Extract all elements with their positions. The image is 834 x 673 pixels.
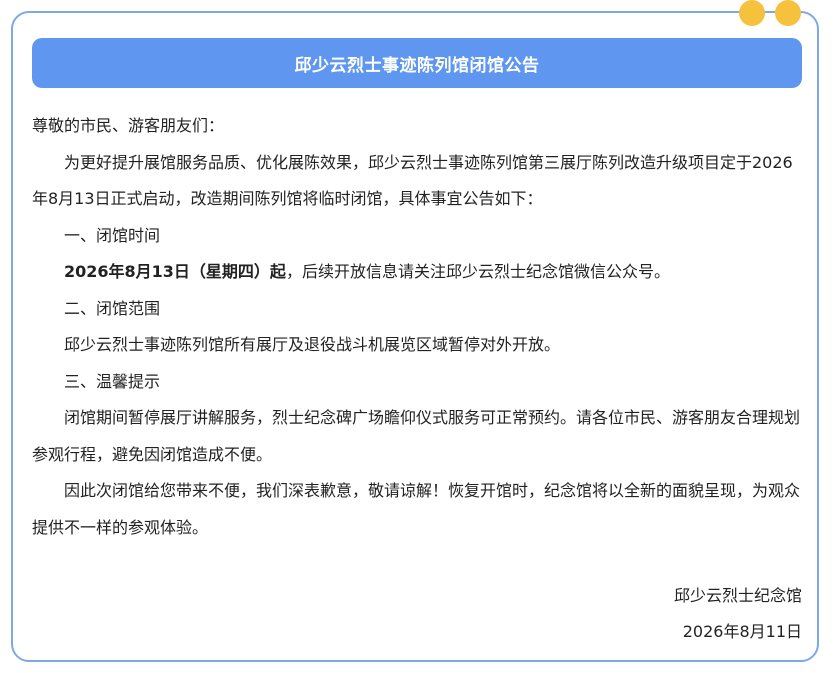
- signature-organization: 邱少云烈士纪念馆: [673, 586, 802, 605]
- signature-block: 邱少云烈士纪念馆 2026年8月11日: [674, 578, 802, 650]
- decorative-dot: [775, 0, 801, 26]
- section1-rest-text: ，后续开放信息请关注邱少云烈士纪念馆微信公众号。: [285, 262, 670, 281]
- signature-date: 2026年8月11日: [682, 622, 802, 641]
- section3-heading: 三、温馨提示: [64, 371, 161, 391]
- notice-body: 尊敬的市民、游客朋友们： 为更好提升展馆服务品质、优化展陈效果，邱少云烈士事迹陈…: [32, 108, 804, 546]
- section3-body: 闭馆期间暂停展厅讲解服务，烈士纪念碑广场瞻仰仪式服务可正常预约。请各位市民、游客…: [32, 408, 801, 464]
- section2-heading: 二、闭馆范围: [64, 298, 161, 318]
- closing-date-text: 2026年8月13日（星期四）起: [64, 262, 286, 281]
- section1-body: 2026年8月13日（星期四）起，后续开放信息请关注邱少云烈士纪念馆微信公众号。: [32, 254, 804, 291]
- decorative-dot: [739, 0, 765, 26]
- intro-paragraph: 为更好提升展馆服务品质、优化展陈效果，邱少云烈士事迹陈列馆第三展厅陈列改造升级项…: [32, 152, 793, 209]
- closing-paragraph: 因此次闭馆给您带来不便，我们深表歉意，敬请谅解！恢复开馆时，纪念馆将以全新的面貌…: [32, 481, 801, 537]
- section1-heading: 一、闭馆时间: [64, 225, 161, 245]
- notice-title: 邱少云烈士事迹陈列馆闭馆公告: [294, 55, 540, 76]
- section2-body: 邱少云烈士事迹陈列馆所有展厅及退役战斗机展览区域暂停对外开放。: [64, 335, 561, 354]
- title-banner: 邱少云烈士事迹陈列馆闭馆公告: [32, 38, 802, 88]
- salutation: 尊敬的市民、游客朋友们：: [32, 116, 225, 135]
